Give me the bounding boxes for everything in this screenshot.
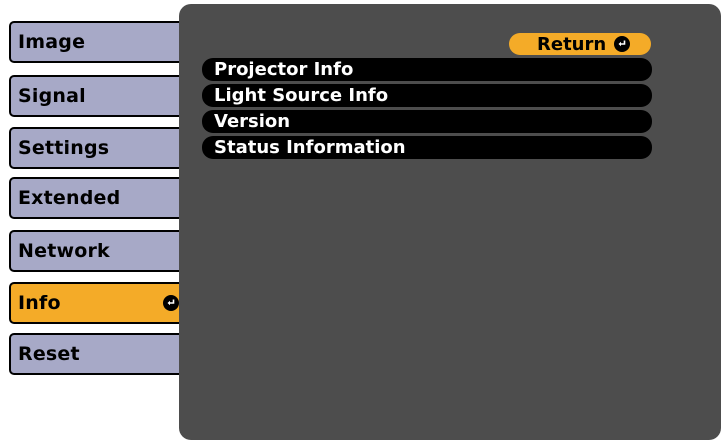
sidebar-item-label: Network [18,240,110,262]
menu-item-light-source-info[interactable]: Light Source Info [202,84,652,107]
sidebar-item-label: Info [18,292,61,314]
sidebar-item-label: Signal [18,85,86,107]
menu-item-label: Light Source Info [214,85,389,106]
menu-item-status-information[interactable]: Status Information [202,136,652,159]
enter-icon [163,295,179,311]
menu-item-label: Version [214,111,291,132]
return-button[interactable]: Return [509,33,651,55]
return-button-label: Return [537,33,607,55]
sidebar-item-settings[interactable]: Settings [9,127,187,169]
sidebar-item-label: Reset [18,343,80,365]
menu-item-label: Projector Info [214,59,354,80]
sidebar-item-label: Extended [18,187,121,209]
sidebar-item-reset[interactable]: Reset [9,333,187,375]
sidebar-item-image[interactable]: Image [9,21,187,63]
sidebar-item-label: Settings [18,137,110,159]
menu-item-projector-info[interactable]: Projector Info [202,58,652,81]
sidebar-item-extended[interactable]: Extended [9,177,187,219]
sidebar-item-network[interactable]: Network [9,230,187,272]
menu-item-version[interactable]: Version [202,110,652,133]
sidebar-item-info[interactable]: Info [9,282,187,324]
sidebar-item-label: Image [18,31,86,53]
menu-item-label: Status Information [214,137,406,158]
sidebar-item-signal[interactable]: Signal [9,75,187,117]
enter-icon [614,36,630,52]
